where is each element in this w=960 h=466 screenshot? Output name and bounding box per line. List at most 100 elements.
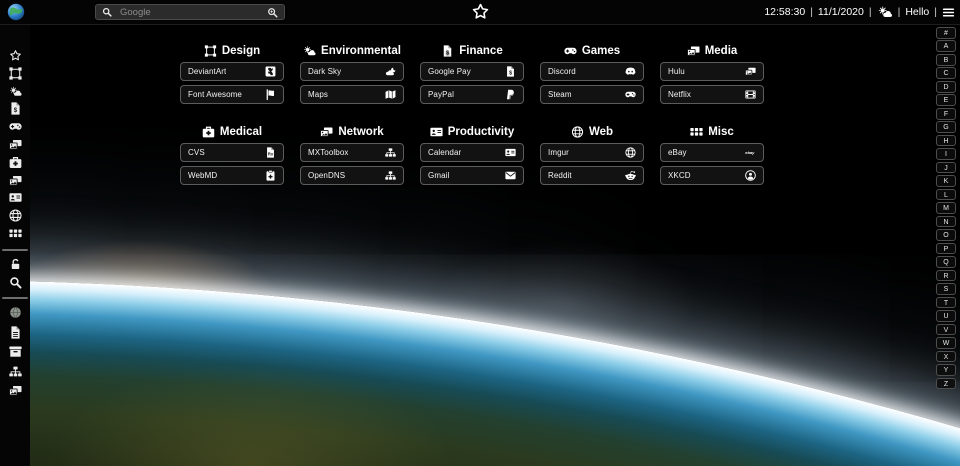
link-ebay[interactable]: eBay ebay	[660, 143, 764, 162]
sidebar-lock-icon[interactable]	[9, 258, 22, 271]
grid-icon	[690, 126, 703, 138]
svg-text:ebay: ebay	[745, 150, 755, 155]
alphabet-button[interactable]: W	[936, 337, 956, 349]
link-label: PayPal	[428, 90, 454, 99]
link-dark-sky[interactable]: Dark Sky	[300, 62, 404, 81]
alphabet-button[interactable]: L	[936, 188, 956, 201]
sidebar-environmental-icon[interactable]	[9, 85, 22, 98]
sidebar-design-icon[interactable]	[8, 67, 22, 80]
link-maps[interactable]: Maps	[300, 85, 404, 104]
group-games: Games Discord Steam	[540, 43, 644, 104]
alphabet-button[interactable]: X	[936, 350, 956, 363]
group-title: Design	[221, 44, 261, 57]
link-cvs[interactable]: CVS Rx	[180, 143, 284, 162]
alphabet-button[interactable]: F	[936, 107, 956, 120]
link-steam[interactable]: Steam	[540, 85, 644, 104]
alphabet-button[interactable]: U	[936, 310, 956, 322]
sidebar-network-icon[interactable]	[8, 174, 22, 187]
alphabet-button[interactable]: M	[936, 202, 956, 214]
link-label: Calendar	[428, 148, 462, 157]
link-label: Hulu	[668, 67, 685, 76]
separator: |	[897, 6, 901, 18]
alphabet-button[interactable]: O	[936, 229, 956, 241]
group-title: Misc	[708, 125, 734, 138]
cloud-moon-icon	[385, 66, 396, 77]
link-google-pay[interactable]: Google Pay $	[420, 62, 524, 81]
favorite-star-icon[interactable]	[471, 2, 490, 21]
link-imgur[interactable]: Imgur	[540, 143, 644, 162]
alphabet-bar: # A B C D E F G H I J K L M N O P Q R S …	[936, 27, 956, 390]
link-label: WebMD	[188, 171, 218, 180]
search-bar[interactable]	[95, 4, 285, 20]
alphabet-button[interactable]: Q	[936, 256, 956, 268]
weather-sun-cloud-icon	[877, 6, 893, 18]
alphabet-button[interactable]: K	[936, 175, 956, 187]
date-text: 11/1/2020	[817, 6, 864, 18]
alphabet-button[interactable]: D	[936, 80, 956, 93]
link-discord[interactable]: Discord	[540, 62, 644, 81]
top-bar: 12:58:30 | 11/1/2020 | | Hello |	[0, 0, 960, 25]
alphabet-button[interactable]: H	[936, 134, 956, 147]
group-media: Media Hulu Netflix	[660, 43, 764, 104]
link-opendns[interactable]: OpenDNS	[300, 166, 404, 185]
alphabet-button[interactable]: E	[936, 94, 956, 107]
sidebar-dimmed-globe-icon[interactable]	[9, 306, 22, 319]
sidebar-medical-icon[interactable]	[9, 156, 22, 169]
alphabet-button[interactable]: Z	[936, 377, 956, 390]
alphabet-button[interactable]: Y	[936, 364, 956, 376]
group-medical: Medical CVS Rx WebMD	[180, 124, 284, 185]
sidebar-web-icon[interactable]	[8, 209, 22, 222]
sidebar-file-icon[interactable]	[9, 326, 22, 339]
sidebar-media-icon[interactable]	[8, 138, 22, 151]
alphabet-button[interactable]: P	[936, 242, 956, 255]
alphabet-button[interactable]: A	[936, 40, 956, 53]
sidebar-favorites-icon[interactable]	[9, 49, 22, 62]
group-title: Network	[338, 125, 384, 138]
sidebar-search-icon[interactable]	[9, 276, 22, 289]
link-label: Dark Sky	[308, 67, 342, 76]
link-deviantart[interactable]: DeviantArt	[180, 62, 284, 81]
link-xkcd[interactable]: XKCD	[660, 166, 764, 185]
sidebar-frames-icon[interactable]	[8, 384, 22, 397]
alphabet-button[interactable]: G	[936, 121, 956, 133]
user-circle-icon	[745, 170, 756, 181]
search-engine-icon[interactable]	[267, 7, 278, 18]
group-header: $ Finance	[420, 43, 524, 58]
link-font-awesome[interactable]: Font Awesome	[180, 85, 284, 104]
link-label: MXToolbox	[308, 148, 349, 157]
alphabet-button[interactable]: I	[936, 148, 956, 160]
alphabet-button[interactable]: T	[936, 296, 956, 309]
sidebar-archive-icon[interactable]	[8, 345, 22, 358]
alphabet-button[interactable]: J	[936, 161, 956, 174]
sidebar-finance-icon[interactable]: $	[9, 102, 22, 115]
alphabet-button[interactable]: R	[936, 269, 956, 282]
link-hulu[interactable]: Hulu	[660, 62, 764, 81]
link-netflix[interactable]: Netflix	[660, 85, 764, 104]
alphabet-button[interactable]: #	[936, 27, 956, 39]
link-gmail[interactable]: Gmail	[420, 166, 524, 185]
alphabet-button[interactable]: S	[936, 283, 956, 295]
search-input[interactable]	[118, 5, 261, 19]
sidebar-productivity-icon[interactable]	[8, 191, 22, 204]
sidebar-games-icon[interactable]	[8, 120, 22, 133]
address-card-icon	[505, 147, 516, 158]
link-reddit[interactable]: Reddit	[540, 166, 644, 185]
alphabet-button[interactable]: B	[936, 53, 956, 66]
alphabet-button[interactable]: N	[936, 215, 956, 228]
link-webmd[interactable]: WebMD	[180, 166, 284, 185]
sidebar-sitemap-icon[interactable]	[8, 365, 22, 378]
file-dollar-icon: $	[505, 66, 516, 77]
alphabet-button[interactable]: V	[936, 323, 956, 336]
link-label: Netflix	[668, 90, 691, 99]
photo-video-icon	[745, 66, 756, 77]
group-title: Environmental	[321, 44, 401, 57]
link-calendar[interactable]: Calendar	[420, 143, 524, 162]
link-mxtoolbox[interactable]: MXToolbox	[300, 143, 404, 162]
link-label: eBay	[668, 148, 687, 157]
group-misc: Misc eBay ebay XKCD	[660, 124, 764, 185]
sidebar-misc-icon[interactable]	[8, 227, 22, 240]
link-paypal[interactable]: PayPal	[420, 85, 524, 104]
hamburger-menu-icon[interactable]	[942, 6, 955, 19]
alphabet-button[interactable]: C	[936, 67, 956, 80]
globe-logo-icon[interactable]	[7, 3, 25, 21]
